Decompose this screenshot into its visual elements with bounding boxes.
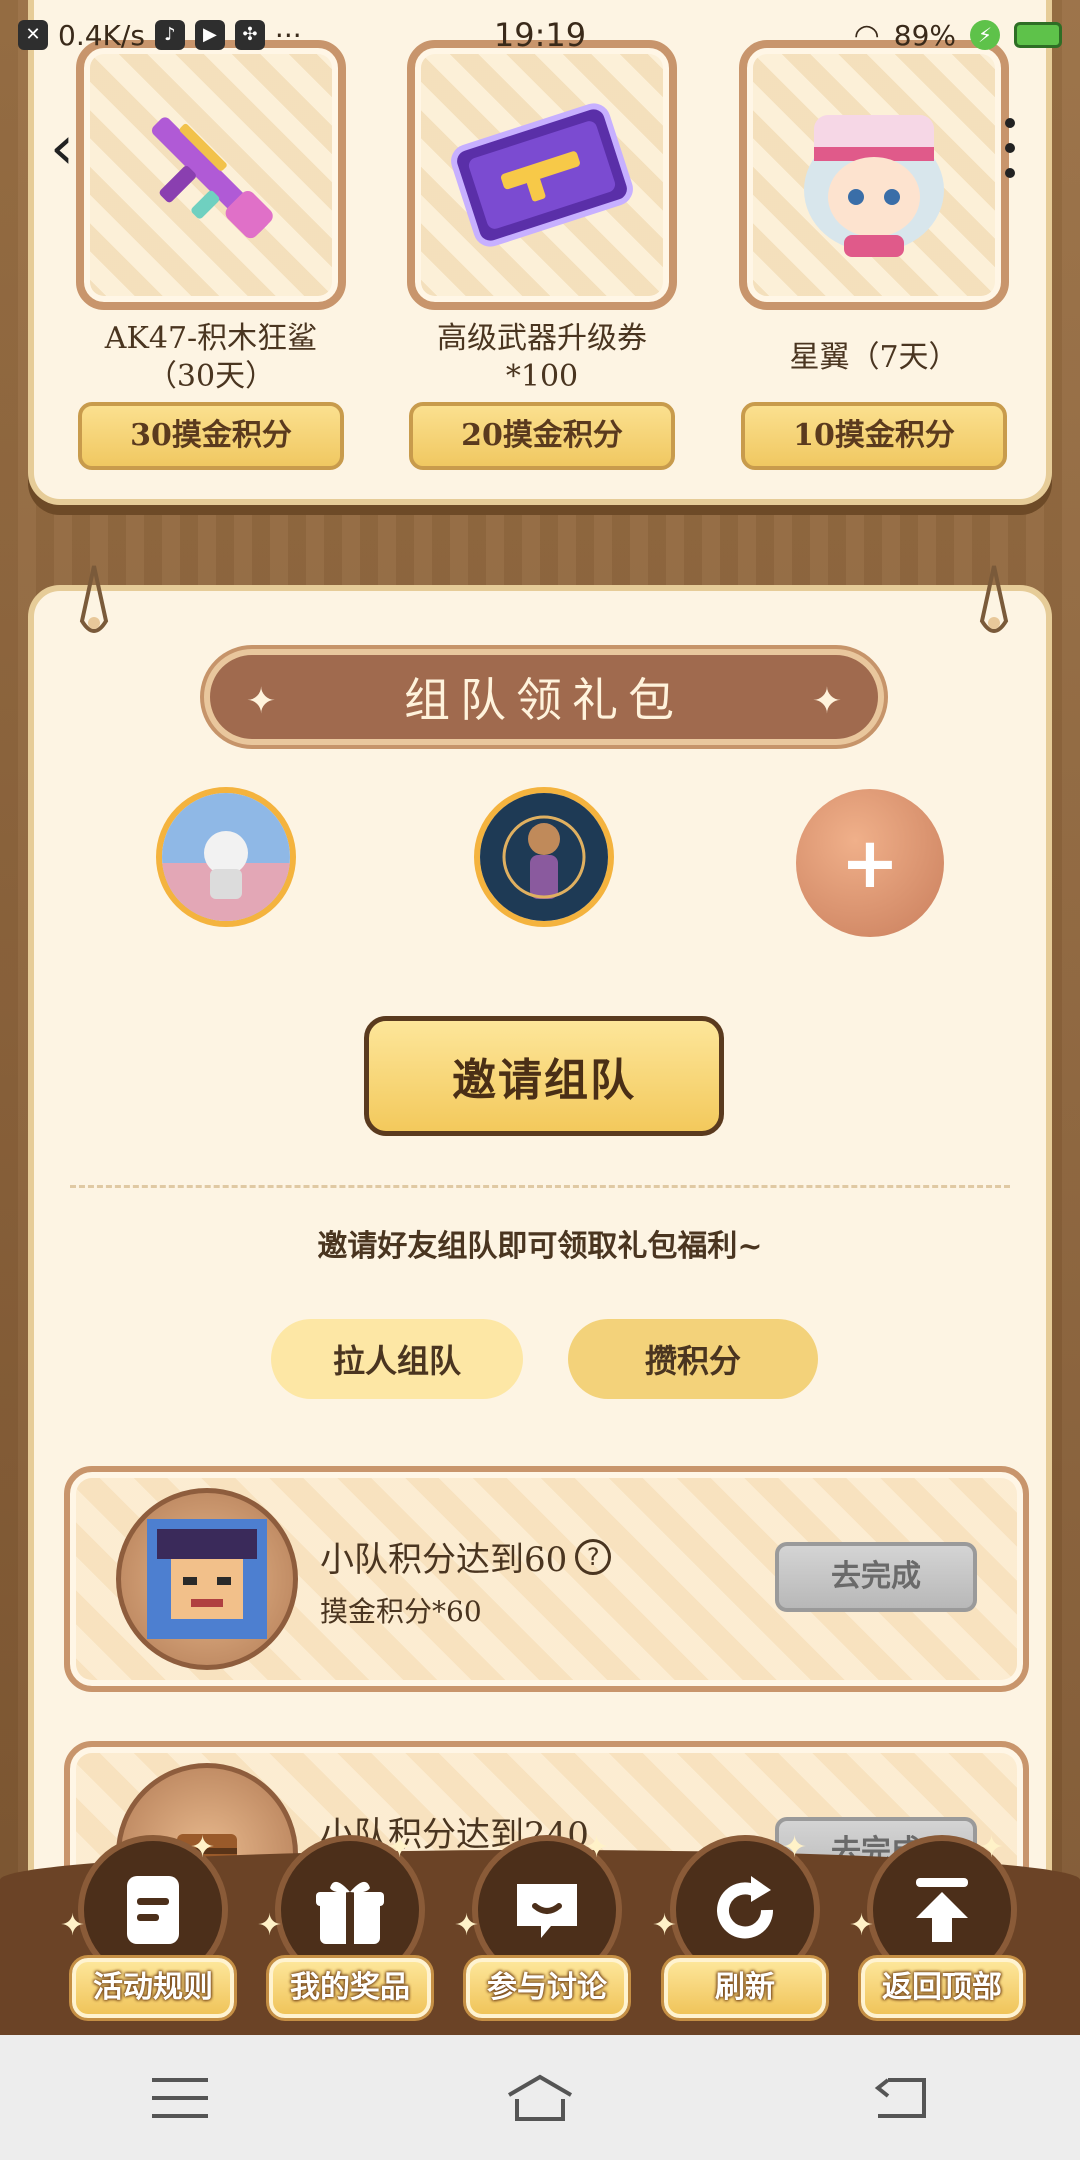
sparkle-icon: ✦ — [257, 1908, 283, 1943]
charging-icon: ⚡ — [970, 20, 1000, 50]
activity-rules-button[interactable]: ✦ ✦ 活动规则 — [60, 1810, 238, 2030]
team-member-avatar[interactable] — [474, 787, 614, 927]
system-nav-bar — [0, 2035, 1080, 2160]
sparkle-icon: ✦ — [849, 1908, 875, 1943]
battery-icon — [1014, 22, 1062, 48]
game-character-icon — [147, 1519, 267, 1639]
prize-price-button[interactable]: 20摸金积分 — [409, 402, 675, 470]
sparkle-icon: ✦ — [782, 1830, 808, 1865]
task-reward: 摸金积分*60 — [320, 1595, 482, 1628]
sparkle-icon: ✦ — [387, 1830, 413, 1865]
more-menu-icon[interactable] — [995, 118, 1025, 178]
dock-label: 刷新 — [664, 1958, 826, 2018]
prize-image-frame — [76, 40, 346, 310]
status-bar: ✕ 0.4K/s ♪ ▶ ✣ ··· 19:19 ◠ 89% ⚡ — [0, 0, 1080, 70]
sparkle-icon: ✦ — [652, 1908, 678, 1943]
sparkle-icon: ✦ — [979, 1830, 1005, 1865]
fan-icon: ✣ — [234, 20, 265, 50]
pin-icon — [79, 565, 109, 633]
battery-percent: 89% — [893, 18, 956, 52]
my-prizes-button[interactable]: ✦ ✦ 我的奖品 — [257, 1810, 435, 2030]
menu-icon[interactable] — [145, 2068, 215, 2128]
avatar — [162, 793, 290, 921]
plus-icon: + — [840, 822, 900, 904]
task-card: 小队积分达到60 ? 摸金积分*60 去完成 — [64, 1466, 1029, 1692]
prize-price-button[interactable]: 30摸金积分 — [78, 402, 344, 470]
bottom-dock: ✦ ✦ 活动规则 ✦ ✦ 我的奖品 ✦ ✦ 参与讨论 ✦ ✦ 刷新 ✦ ✦ 返回… — [0, 1810, 1080, 2035]
help-icon[interactable]: ? — [575, 1538, 612, 1575]
back-to-top-button[interactable]: ✦ ✦ 返回顶部 — [849, 1810, 1027, 2030]
tab-earn-points[interactable]: 攒积分 — [568, 1319, 818, 1399]
prize-image-frame — [739, 40, 1009, 310]
prize-item[interactable]: 高级武器升级券 *100 20摸金积分 — [407, 40, 677, 470]
sparkle-icon: ✦ — [454, 1908, 480, 1943]
banner-title: 组队领礼包 — [404, 673, 684, 727]
home-icon[interactable] — [505, 2068, 575, 2128]
task-icon — [116, 1488, 298, 1670]
tiktok-icon: ♪ — [154, 20, 185, 50]
ak47-gun-icon — [151, 117, 273, 239]
video-icon: ▶ — [194, 20, 225, 50]
sparkle-icon: ✦ — [246, 681, 277, 722]
dock-label: 活动规则 — [72, 1958, 234, 2018]
weapon-upgrade-ticket-icon — [451, 103, 633, 247]
more-notifications-icon: ··· — [274, 18, 302, 52]
go-complete-button[interactable]: 去完成 — [775, 1542, 977, 1612]
back-arrow-icon[interactable]: ‹ — [50, 118, 90, 178]
prize-image-frame — [407, 40, 677, 310]
prize-price-button[interactable]: 10摸金积分 — [741, 402, 1007, 470]
avatar — [480, 793, 608, 921]
join-discussion-button[interactable]: ✦ ✦ 参与讨论 — [454, 1810, 632, 2030]
dock-label: 返回顶部 — [861, 1958, 1023, 2018]
sparkle-icon: ✦ — [811, 681, 842, 722]
prize-name: 高级武器升级券 *100 — [437, 321, 647, 394]
prize-item[interactable]: AK47-积木狂鲨 （30天） 30摸金积分 — [76, 40, 346, 470]
sparkle-icon: ✦ — [60, 1908, 86, 1943]
dock-label: 我的奖品 — [269, 1958, 431, 2018]
prize-name: 星翼（7天） — [789, 340, 959, 375]
pin-icon — [979, 565, 1009, 633]
sparkle-icon: ✦ — [190, 1830, 216, 1865]
clock: 19:19 — [493, 16, 587, 54]
refresh-button[interactable]: ✦ ✦ 刷新 — [652, 1810, 830, 2030]
add-member-button[interactable]: + — [796, 789, 944, 937]
sparkle-icon: ✦ — [584, 1830, 610, 1865]
divider — [70, 1185, 1010, 1188]
invite-team-button[interactable]: 邀请组队 — [364, 1016, 724, 1136]
team-banner: ✦ 组队领礼包 ✦ — [204, 649, 884, 745]
back-icon[interactable] — [865, 2068, 935, 2128]
network-speed: 0.4K/s — [58, 18, 145, 52]
invite-hint: 邀请好友组队即可领取礼包福利~ — [317, 1229, 763, 1264]
dock-label: 参与讨论 — [466, 1958, 628, 2018]
tab-recruit-team[interactable]: 拉人组队 — [271, 1319, 523, 1399]
prize-card: AK47-积木狂鲨 （30天） 30摸金积分 高级武器升级券 *100 20摸金… — [28, 0, 1052, 505]
wifi-icon: ◠ — [853, 17, 880, 53]
team-member-avatar[interactable] — [156, 787, 296, 927]
prize-item[interactable]: 星翼（7天） 10摸金积分 — [739, 40, 1009, 470]
character-avatar-icon — [804, 115, 944, 257]
task-title: 小队积分达到60 ? — [320, 1532, 612, 1581]
app-notification-icon: ✕ — [18, 20, 48, 50]
prize-name: AK47-积木狂鲨 （30天） — [104, 321, 318, 394]
